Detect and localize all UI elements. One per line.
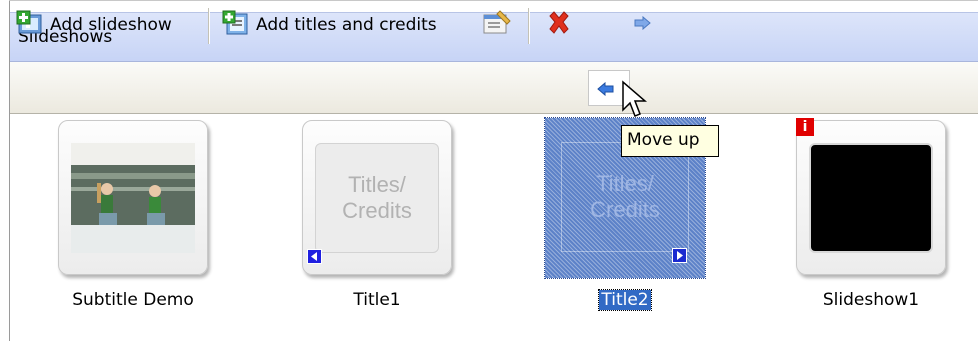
slideshow-caption[interactable]: Title2: [545, 289, 705, 311]
credits-line: Credits: [590, 197, 660, 222]
titles-line: Titles/: [348, 172, 406, 197]
properties-button[interactable]: [480, 8, 512, 42]
add-slideshow-button[interactable]: Add slideshow: [16, 8, 172, 42]
add-slideshow-label: Add slideshow: [50, 15, 172, 35]
add-titles-label: Add titles and credits: [256, 15, 437, 35]
selected-caption-text[interactable]: Title2: [598, 289, 652, 311]
slideshow-caption[interactable]: Subtitle Demo: [58, 290, 208, 310]
titles-credits-placeholder: Titles/ Credits: [315, 143, 439, 253]
properties-icon: [480, 9, 512, 42]
credits-line: Credits: [342, 198, 412, 223]
add-slideshow-icon: [16, 10, 44, 41]
transition-right-marker-icon: [672, 248, 687, 263]
toolbar: [10, 62, 978, 114]
toolbar-separator: [528, 8, 530, 44]
arrow-right-icon: [632, 15, 652, 35]
slideshow-thumbnail[interactable]: [58, 120, 208, 275]
delete-button[interactable]: [546, 8, 572, 42]
video-preview-image: [71, 143, 195, 253]
transition-left-marker-icon: [307, 249, 322, 264]
window-top-border: [9, 0, 978, 1]
toolbar-separator: [208, 8, 210, 44]
move-up-tooltip: Move up: [621, 125, 719, 157]
add-titles-credits-button[interactable]: Add titles and credits: [222, 8, 437, 42]
black-preview: [809, 143, 933, 253]
slideshow-thumbnail[interactable]: Titles/ Credits: [302, 120, 452, 275]
add-titles-icon: [222, 10, 250, 41]
mouse-cursor-icon: [621, 80, 649, 125]
slideshow-caption[interactable]: Title1: [302, 290, 452, 310]
arrow-left-icon: [597, 81, 615, 101]
titles-line: Titles/: [596, 171, 654, 196]
move-down-button[interactable]: [632, 8, 652, 42]
info-badge-icon: i: [796, 118, 814, 136]
slideshow-caption[interactable]: Slideshow1: [796, 290, 946, 310]
delete-x-icon: [546, 10, 572, 41]
titles-credits-placeholder: Titles/ Credits: [561, 142, 689, 252]
slideshow-thumbnail[interactable]: [796, 120, 946, 275]
